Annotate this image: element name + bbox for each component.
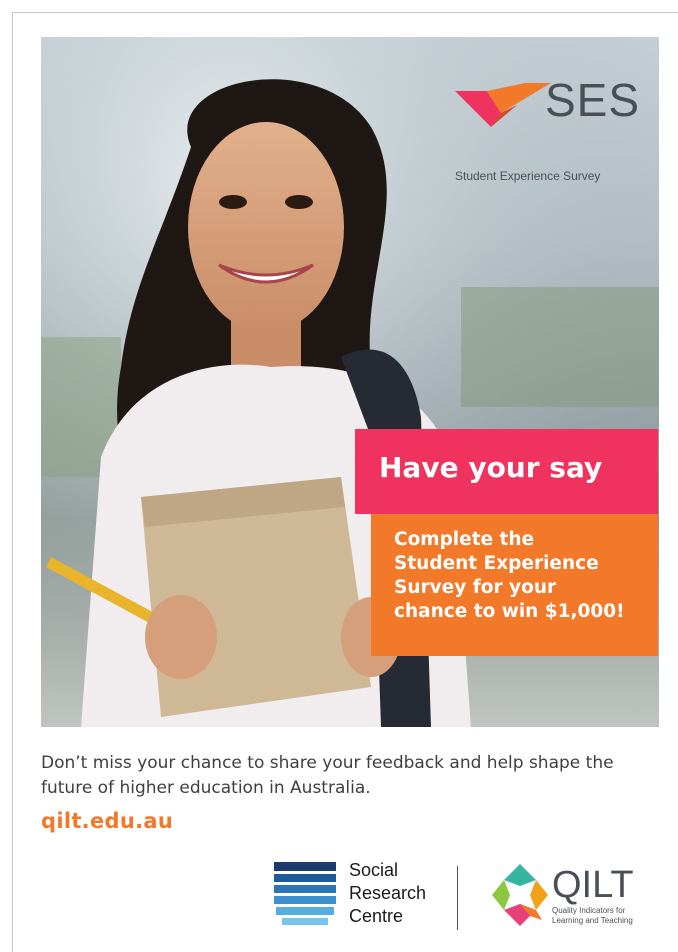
prize-line: chance to win $1,000! bbox=[394, 601, 625, 622]
headline-text: Have your say bbox=[379, 451, 603, 484]
logo-divider bbox=[457, 866, 458, 930]
qilt-logo-subtitle: Quality Indicators for Learning and Teac… bbox=[552, 906, 652, 926]
tagline-text: Don’t miss your chance to share your fee… bbox=[41, 753, 614, 798]
ses-logo-subtitle: Student Experience Survey bbox=[455, 169, 601, 183]
prize-line: Student Experience bbox=[394, 553, 599, 574]
src-line: Research bbox=[349, 883, 427, 903]
src-logo-text: Social Research Centre bbox=[349, 859, 426, 928]
ses-checkmark-icon bbox=[455, 83, 551, 127]
social-research-centre-logo: Social Research Centre bbox=[274, 858, 454, 934]
prize-banner: Complete the Student Experience Survey f… bbox=[371, 514, 658, 656]
ses-logo: SES Student Experience Survey bbox=[453, 71, 653, 191]
src-line: Social bbox=[349, 860, 399, 880]
qilt-sub-line: Learning and Teaching bbox=[552, 916, 633, 925]
ses-logo-text: SES bbox=[545, 74, 641, 126]
src-waves-icon bbox=[274, 862, 336, 925]
src-line: Centre bbox=[349, 906, 404, 926]
prize-line: Complete the bbox=[394, 529, 535, 550]
website-link[interactable]: qilt.edu.au bbox=[41, 809, 173, 833]
qilt-logo: QILT Quality Indicators for Learning and… bbox=[492, 862, 652, 932]
prize-line: Survey for your bbox=[394, 577, 557, 598]
qilt-logo-text: QILT bbox=[552, 864, 634, 906]
headline-banner: Have your say bbox=[355, 429, 658, 514]
qilt-sub-line: Quality Indicators for bbox=[552, 906, 626, 915]
qilt-diamond-icon bbox=[492, 864, 548, 926]
